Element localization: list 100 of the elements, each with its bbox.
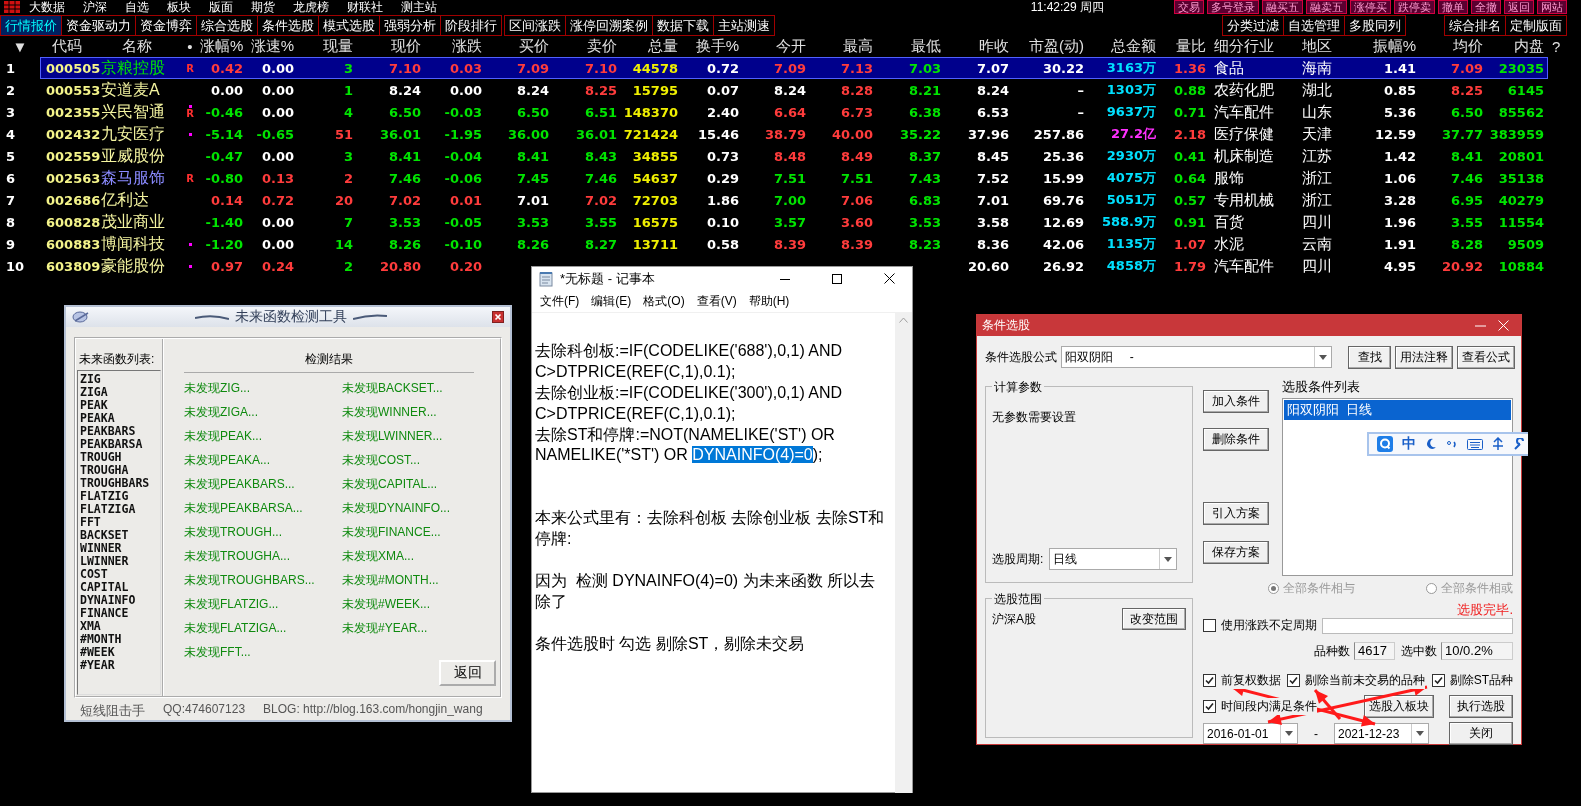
tab[interactable]: 行情报价 — [1, 16, 62, 35]
menu-item[interactable]: 测主站 — [392, 0, 446, 14]
maximize-icon[interactable] — [832, 273, 842, 284]
list-item[interactable]: PEAKA — [80, 412, 158, 425]
checkbox[interactable] — [1431, 674, 1445, 687]
moon-icon[interactable] — [1425, 438, 1437, 450]
input-field[interactable] — [1322, 617, 1513, 634]
table-cell-text: 7.43 — [907, 170, 942, 186]
return-button[interactable]: 返回 — [439, 660, 496, 686]
text-line[interactable]: 因为 检测 DYNAINFO(4)=0) 为未来函数 所以去除了 — [535, 570, 887, 613]
dialog-button[interactable]: 保存方案 — [1203, 541, 1269, 564]
dialog-button[interactable]: 改变范围 — [1122, 608, 1186, 630]
dialog-button[interactable]: 删除条件 — [1203, 428, 1269, 451]
table-cell-text: 2 — [5, 82, 17, 98]
toolbar-button[interactable]: 返回 — [1504, 0, 1534, 14]
text-line[interactable]: 本来公式里有：去除科创板 去除创业板 去除ST和停牌: — [535, 508, 887, 550]
menu-item[interactable]: 财联社 — [338, 0, 392, 14]
text-line[interactable]: 条件选股时 勾选 剔除ST，剔除未交易 — [535, 633, 887, 655]
list-item[interactable]: PEAK — [80, 399, 158, 412]
list-item[interactable]: TROUGHA — [80, 464, 158, 477]
menu-item[interactable]: 沪深 — [74, 0, 116, 14]
menu-item[interactable]: 文件(F) — [534, 292, 586, 310]
list-item[interactable]: FINANCE — [80, 607, 158, 620]
table-cell-text: 8.45 — [975, 148, 1010, 164]
toolbar-button[interactable]: 撤单 — [1438, 0, 1468, 14]
dropdown-icon[interactable] — [1416, 731, 1424, 736]
dialog-button[interactable]: 用法注释 — [1395, 345, 1453, 369]
wrench-icon[interactable] — [1513, 438, 1525, 450]
toolbar-button[interactable]: 跌停卖 — [1394, 0, 1435, 14]
text-line[interactable]: 去除创业板:=IF(CODELIKE('300'),0,1) AND C>DTPRICE(REF(C,1),0.1); — [535, 382, 887, 425]
list-item[interactable]: 阳双阴阳 日线 — [1284, 400, 1511, 420]
list-item[interactable]: #WEEK — [80, 646, 158, 659]
list-item[interactable]: TROUGH — [80, 451, 158, 464]
dropdown-field[interactable]: 2016-01-01 — [1203, 723, 1298, 744]
list-item[interactable]: #YEAR — [80, 659, 158, 672]
list-item[interactable]: ZIG — [80, 373, 158, 386]
menu-item[interactable]: 自选 — [116, 0, 158, 14]
toolbar-button[interactable]: 多号登录 — [1207, 0, 1259, 14]
text-line[interactable]: 去除科创板:=IF(CODELIKE('688'),0,1) AND C>DTPRICE(REF(C,1),0.1); — [535, 340, 887, 383]
toolbar-button[interactable]: 全撤 — [1471, 0, 1501, 14]
punctuation-icon[interactable] — [1446, 439, 1458, 449]
dialog-button[interactable]: 引入方案 — [1203, 502, 1269, 525]
table-cell-text: 7.09 — [772, 60, 807, 76]
dropdown-icon[interactable] — [1319, 354, 1328, 360]
list-item[interactable]: PEAKBARSA — [80, 438, 158, 451]
toolbar-button[interactable]: 融买五 — [1262, 0, 1303, 14]
menu-item[interactable]: 期货 — [242, 0, 284, 14]
list-item[interactable]: PEAKBARS — [80, 425, 158, 438]
text-line[interactable]: 去除ST和停牌:=NOT(NAMELIKE('ST') OR NAMELIKE('*ST') OR DYNAINFO(4)=0); — [535, 424, 887, 467]
list-item[interactable]: WINNER — [80, 542, 158, 555]
checkbox[interactable] — [1203, 674, 1216, 687]
list-item[interactable]: CAPITAL — [80, 581, 158, 594]
toolbar-button[interactable]: 融卖五 — [1306, 0, 1347, 14]
checkbox[interactable] — [1203, 619, 1216, 632]
selected-row-highlight[interactable] — [40, 57, 1548, 79]
table-cell-text: 7.46 — [387, 170, 422, 186]
close-icon[interactable] — [492, 311, 504, 323]
toolbar-button[interactable]: 网站 — [1537, 0, 1567, 14]
window-title: *无标题 - 记事本 — [560, 269, 656, 288]
dropdown-icon[interactable] — [1285, 731, 1293, 736]
list-item[interactable]: ZIGA — [80, 386, 158, 399]
dropdown-field[interactable]: 阳双阴阳 - — [1061, 346, 1333, 368]
checkbox[interactable] — [1287, 674, 1301, 687]
list-item[interactable]: FLATZIG — [80, 490, 158, 503]
list-item[interactable]: TROUGHBARS — [80, 477, 158, 490]
list-item[interactable]: #MONTH — [80, 633, 158, 646]
menu-item[interactable]: 板块 — [158, 0, 200, 14]
dialog-button[interactable]: 选股入板块 — [1364, 695, 1434, 718]
menu-item[interactable]: 帮助(H) — [742, 292, 796, 310]
toolbar-button[interactable]: 交易 — [1174, 0, 1204, 14]
list-item[interactable]: XMA — [80, 620, 158, 633]
dropdown-field[interactable]: 日线 — [1049, 548, 1178, 570]
dialog-button[interactable]: 查找 — [1348, 345, 1391, 369]
menu-item[interactable]: 龙虎榜 — [284, 0, 338, 14]
menu-item[interactable]: 编辑(E) — [585, 292, 638, 310]
dialog-button[interactable]: 加入条件 — [1203, 390, 1269, 413]
menu-item[interactable]: 大数据 — [20, 0, 74, 14]
list-item[interactable]: FFT — [80, 516, 158, 529]
checkbox[interactable] — [1203, 700, 1216, 713]
list-item[interactable]: LWINNER — [80, 555, 158, 568]
input-mode[interactable]: 中 — [1402, 435, 1416, 453]
dialog-button[interactable]: 查看公式 — [1457, 345, 1515, 369]
dropdown-icon[interactable] — [1164, 556, 1173, 562]
list-item[interactable]: COST — [80, 568, 158, 581]
grid-icon[interactable] — [4, 1, 20, 13]
list-item[interactable]: DYNAINFO — [80, 594, 158, 607]
dialog-button[interactable]: 关闭 — [1449, 722, 1513, 745]
menu-item[interactable]: 格式(O) — [637, 292, 691, 310]
list-item[interactable]: FLATZIGA — [80, 503, 158, 516]
tools-icon[interactable] — [1492, 437, 1504, 451]
dropdown-field[interactable]: 2021-12-23 — [1334, 723, 1429, 744]
menu-item[interactable]: 查看(V) — [690, 292, 743, 310]
close-icon[interactable] — [883, 273, 895, 284]
list-item[interactable]: BACKSET — [80, 529, 158, 542]
ime-logo-icon[interactable] — [1377, 436, 1393, 452]
menu-item[interactable]: 版面 — [200, 0, 242, 14]
keyboard-icon[interactable] — [1467, 438, 1483, 450]
dialog-button[interactable]: 执行选股 — [1449, 695, 1513, 718]
toolbar-button[interactable]: 涨停买 — [1350, 0, 1391, 14]
table-cell-text: 3 — [5, 104, 17, 120]
